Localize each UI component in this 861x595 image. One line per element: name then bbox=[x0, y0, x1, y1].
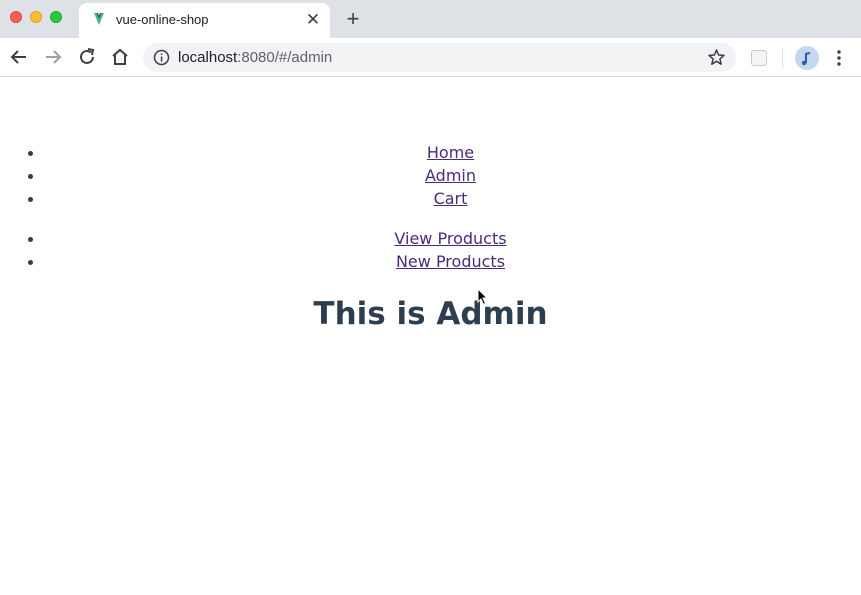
home-icon bbox=[112, 48, 128, 65]
more-menu-icon[interactable] bbox=[833, 48, 845, 68]
url-host: localhost bbox=[178, 49, 238, 66]
nav-item-home: Home bbox=[0, 141, 861, 164]
forward-arrow-icon bbox=[46, 50, 62, 64]
nav-link-view-products[interactable]: View Products bbox=[394, 229, 506, 248]
browser-tab[interactable]: vue-online-shop ✕ bbox=[79, 3, 330, 38]
reload-icon bbox=[80, 48, 95, 64]
nav-link-cart[interactable]: Cart bbox=[434, 189, 468, 208]
reload-button[interactable] bbox=[76, 46, 98, 68]
page-content: Home Admin Cart View Products New Produc… bbox=[0, 78, 861, 595]
main-nav: Home Admin Cart bbox=[0, 141, 861, 210]
forward-button[interactable] bbox=[42, 46, 64, 68]
extension-icon[interactable] bbox=[751, 50, 767, 66]
vue-favicon-icon bbox=[94, 13, 104, 25]
nav-link-home[interactable]: Home bbox=[427, 143, 474, 162]
back-arrow-icon bbox=[10, 50, 26, 64]
nav-item-cart: Cart bbox=[0, 187, 861, 210]
url-path: :8080/#/admin bbox=[237, 49, 333, 66]
music-note-icon bbox=[801, 52, 810, 66]
site-info-icon[interactable] bbox=[153, 49, 170, 66]
zoom-window-button[interactable] bbox=[50, 11, 62, 23]
minimize-window-button[interactable] bbox=[30, 11, 42, 23]
page-title: This is Admin bbox=[313, 296, 548, 332]
tab-strip: vue-online-shop ✕ + bbox=[0, 0, 861, 38]
admin-nav: View Products New Products bbox=[0, 227, 861, 273]
back-button[interactable] bbox=[8, 46, 30, 68]
nav-item-admin: Admin bbox=[0, 164, 861, 187]
url-text: localhost:8080/#/admin bbox=[178, 49, 332, 66]
toolbar-divider bbox=[782, 49, 783, 67]
close-tab-icon[interactable]: ✕ bbox=[304, 11, 322, 29]
nav-link-new-products[interactable]: New Products bbox=[396, 252, 505, 271]
mouse-cursor-icon bbox=[477, 288, 489, 306]
new-tab-button[interactable]: + bbox=[342, 8, 364, 30]
nav-item-new-products: New Products bbox=[0, 250, 861, 273]
nav-link-admin[interactable]: Admin bbox=[425, 166, 476, 185]
profile-avatar[interactable] bbox=[795, 46, 819, 70]
browser-toolbar: localhost:8080/#/admin bbox=[0, 38, 861, 77]
address-bar[interactable]: localhost:8080/#/admin bbox=[143, 43, 736, 72]
tab-title: vue-online-shop bbox=[116, 12, 209, 27]
bookmark-star-icon[interactable] bbox=[707, 48, 726, 67]
nav-item-view-products: View Products bbox=[0, 227, 861, 250]
home-button[interactable] bbox=[109, 46, 131, 68]
close-window-button[interactable] bbox=[10, 11, 22, 23]
